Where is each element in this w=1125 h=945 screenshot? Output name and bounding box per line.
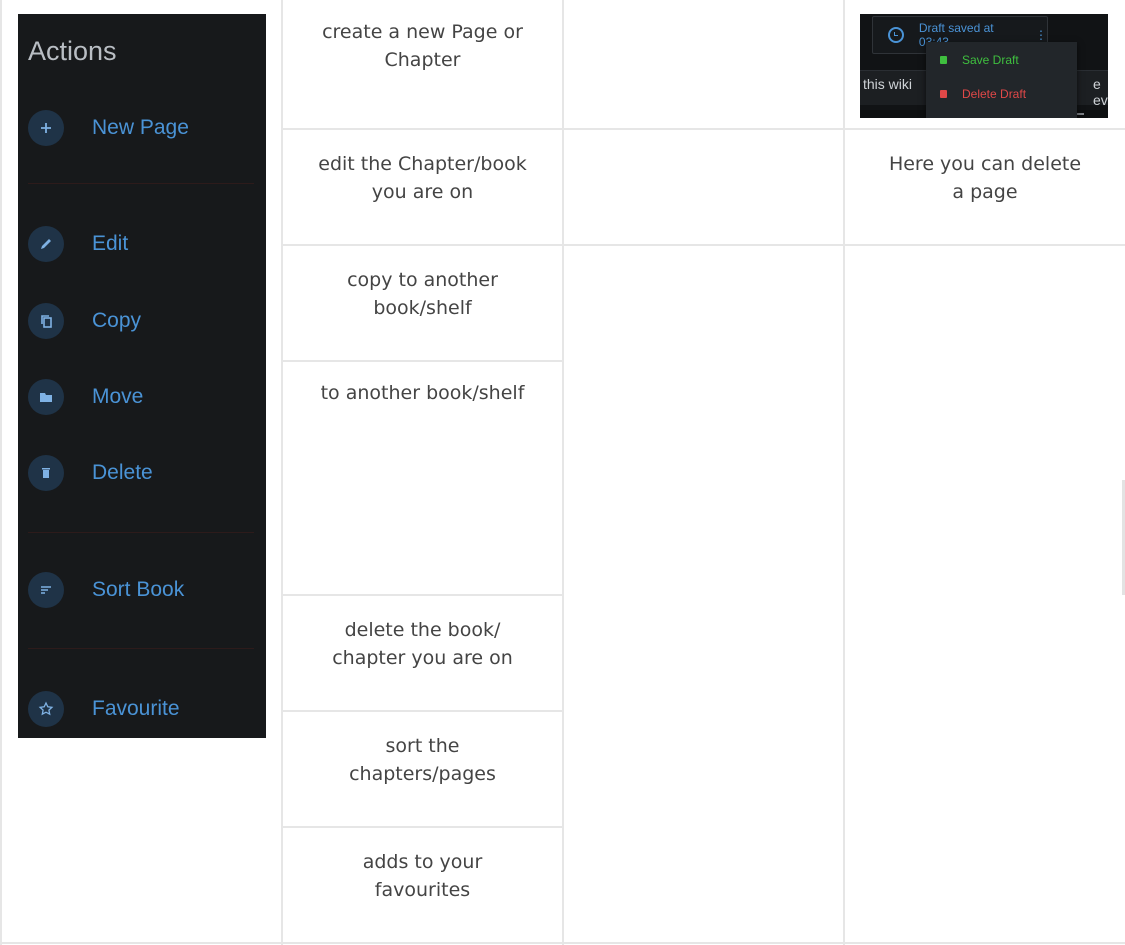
action-sort-book[interactable]: Sort Book <box>28 572 184 608</box>
desc-new-page: create a new Page or Chapter <box>283 18 562 74</box>
table-divider <box>843 0 845 945</box>
action-label: Edit <box>92 232 129 255</box>
menu-item-save-draft[interactable]: Save Draft <box>940 50 1019 70</box>
table-divider <box>281 128 1125 130</box>
desc-copy: copy to another book/shelf <box>283 266 562 322</box>
action-label: Favourite <box>92 697 180 720</box>
desc-line: Here you can delete <box>888 153 1082 175</box>
desc-sort: sort the chapters/pages <box>283 732 562 788</box>
editor-text: this wiki <box>863 76 913 92</box>
table-divider <box>281 244 1125 246</box>
action-move[interactable]: Move <box>28 379 143 415</box>
table-divider <box>281 0 283 945</box>
desc-line: book/shelf <box>373 297 472 319</box>
menu-item-label: Save Draft <box>962 53 1019 67</box>
desc-line: chapters/pages <box>349 763 496 785</box>
desc-line: delete the book/ <box>344 619 501 641</box>
table-divider <box>0 942 1125 944</box>
menu-item-delete-draft[interactable]: Delete Draft <box>940 84 1026 104</box>
table-divider <box>281 594 563 596</box>
draft-menu: Save Draft Delete Draft <box>926 42 1077 118</box>
divider <box>28 183 254 184</box>
pencil-icon <box>28 226 64 262</box>
desc-line: create a new Page or <box>322 21 523 43</box>
sort-icon <box>28 572 64 608</box>
trash-icon <box>940 90 947 98</box>
action-delete[interactable]: Delete <box>28 455 153 491</box>
desc-line: Chapter <box>384 49 461 71</box>
action-edit[interactable]: Edit <box>28 226 128 262</box>
actions-panel-screenshot: Actions New Page Edit Copy Move Delete S… <box>18 14 266 738</box>
desc-delete: delete the book/chapter you are on <box>283 616 562 672</box>
action-label: Copy <box>92 309 142 332</box>
star-icon <box>28 691 64 727</box>
divider <box>28 648 254 649</box>
editor-text: e eve <box>1093 76 1108 108</box>
desc-edit: edit the Chapter/book you are on <box>283 150 562 206</box>
more-vertical-icon[interactable]: ⋮ <box>1035 28 1047 42</box>
table-divider <box>281 826 563 828</box>
table-divider <box>281 360 563 362</box>
desc-line: you are on <box>371 181 474 203</box>
desc-favourite: adds to your favourites <box>283 848 562 904</box>
divider <box>28 532 254 533</box>
table-divider <box>562 0 564 945</box>
desc-line: favourites <box>374 879 471 901</box>
table-divider <box>281 710 563 712</box>
desc-line: to another book/shelf <box>320 382 525 404</box>
draft-screenshot: Draft saved at 03:43 ⋮ this wiki e eve S… <box>860 14 1108 118</box>
folder-icon <box>28 379 64 415</box>
save-icon <box>940 56 947 64</box>
action-favourite[interactable]: Favourite <box>28 691 180 727</box>
clock-icon <box>888 27 904 43</box>
desc-line: sort the <box>385 735 460 757</box>
action-label: Delete <box>92 461 153 484</box>
action-new-page[interactable]: New Page <box>28 110 189 146</box>
action-label: Move <box>92 385 144 408</box>
actions-title: Actions <box>28 36 117 66</box>
table-divider <box>0 0 2 945</box>
action-label: New Page <box>92 116 189 139</box>
desc-line: chapter you are on <box>332 647 513 669</box>
desc-line: a page <box>952 181 1018 203</box>
copy-icon <box>28 303 64 339</box>
trash-icon <box>28 455 64 491</box>
desc-line: adds to your <box>362 851 483 873</box>
menu-item-label: Delete Draft <box>962 87 1027 101</box>
desc-move: to another book/shelf <box>283 379 562 407</box>
action-label: Sort Book <box>92 578 185 601</box>
desc-line: edit the Chapter/book <box>318 153 527 175</box>
plus-icon <box>28 110 64 146</box>
draft-note: Here you can delete a page <box>845 150 1125 206</box>
action-copy[interactable]: Copy <box>28 303 141 339</box>
desc-line: copy to another <box>347 269 498 291</box>
